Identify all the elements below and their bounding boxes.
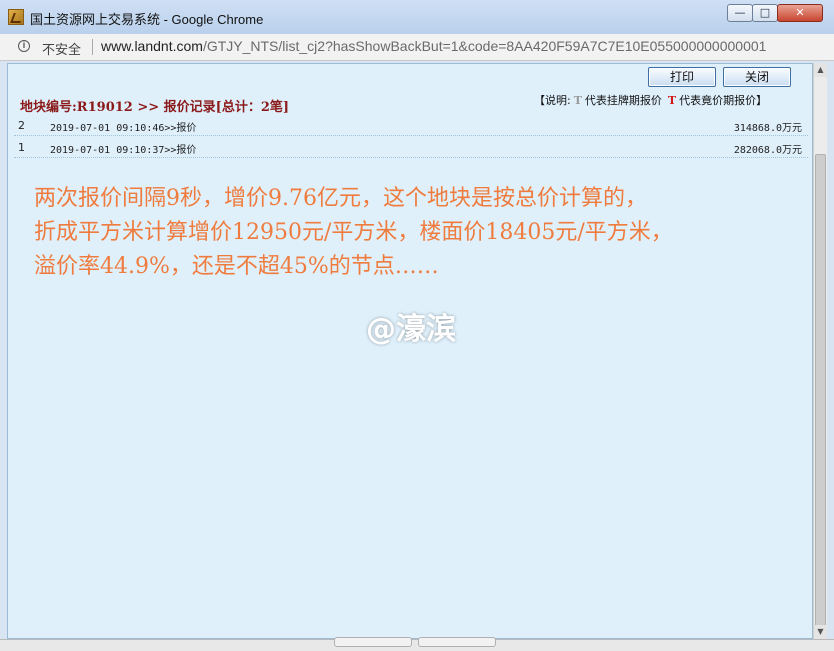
note-line-3: 溢价率44.9%，还是不超45%的节点……: [34, 254, 439, 279]
legend-listing-label: 代表挂牌期报价: [584, 94, 662, 107]
close-window-button[interactable]: ✕: [777, 4, 823, 22]
row-price: 314868.0万元: [733, 123, 802, 134]
scroll-down-arrow-icon[interactable]: ▼: [814, 625, 827, 639]
row-index: 2: [18, 119, 25, 132]
vertical-scrollbar[interactable]: ▲ ▼: [813, 63, 827, 639]
table-row: 1 2019-07-01 09:10:37>>报价 282068.0万元: [14, 137, 808, 158]
hidden-button: [418, 637, 496, 647]
row-index: 1: [18, 141, 25, 154]
close-button[interactable]: 关闭: [723, 67, 791, 87]
row-time: 2019-07-01 09:10:46>>报价: [50, 123, 197, 134]
window-titlebar: 国土资源网上交易系统 - Google Chrome — □ ✕: [0, 0, 834, 35]
annotation-note: 两次报价间隔9秒，增价9.76亿元，这个地块是按总价计算的， 折成平方米计算增价…: [34, 182, 804, 284]
row-price: 282068.0万元: [733, 145, 802, 156]
table-row: 2 2019-07-01 09:10:46>>报价 314868.0万元: [14, 115, 808, 136]
security-label[interactable]: 不安全: [42, 39, 81, 58]
scroll-up-arrow-icon[interactable]: ▲: [814, 63, 827, 77]
minimize-button[interactable]: —: [727, 4, 753, 22]
listing-t-icon: T: [573, 94, 582, 107]
url-text[interactable]: www.landnt.com/GTJY_NTS/list_cj2?hasShow…: [101, 38, 766, 54]
row-time: 2019-07-01 09:10:37>>报价: [50, 145, 197, 156]
print-button[interactable]: 打印: [648, 67, 716, 87]
scroll-thumb[interactable]: [815, 154, 826, 634]
legend-open: 【说明:: [534, 94, 571, 107]
bidding-t-icon: T: [667, 94, 677, 107]
url-host: www.landnt.com: [101, 38, 203, 54]
window-bottom-edge: [0, 637, 834, 651]
note-line-2: 折成平方米计算增价12950元/平方米，楼面价18405元/平方米，: [34, 220, 673, 245]
legend: 【说明: T 代表挂牌期报价 T 代表竟价期报价】: [534, 92, 767, 108]
legend-bidding-label: 代表竟价期报价】: [679, 94, 768, 107]
page-content: 打印 关闭 地块编号:R19012 >> 报价记录[总计：2笔] 【说明: T 代表…: [7, 63, 813, 639]
window-title: 国土资源网上交易系统 - Google Chrome: [30, 12, 264, 27]
maximize-button[interactable]: □: [752, 4, 778, 22]
address-bar[interactable]: i 不安全 www.landnt.com/GTJY_NTS/list_cj2?h…: [0, 34, 834, 61]
hidden-button: [334, 637, 412, 647]
note-line-1: 两次报价间隔9秒，增价9.76亿元，这个地块是按总价计算的，: [34, 186, 647, 211]
address-divider: [92, 39, 93, 55]
watermark: @濠滨: [366, 312, 456, 347]
info-icon[interactable]: i: [18, 40, 30, 52]
page-title: 地块编号:R19012 >> 报价记录[总计：2笔]: [20, 100, 290, 115]
app-icon: [8, 9, 24, 25]
url-path: /GTJY_NTS/list_cj2?hasShowBackBut=1&code…: [202, 38, 767, 54]
